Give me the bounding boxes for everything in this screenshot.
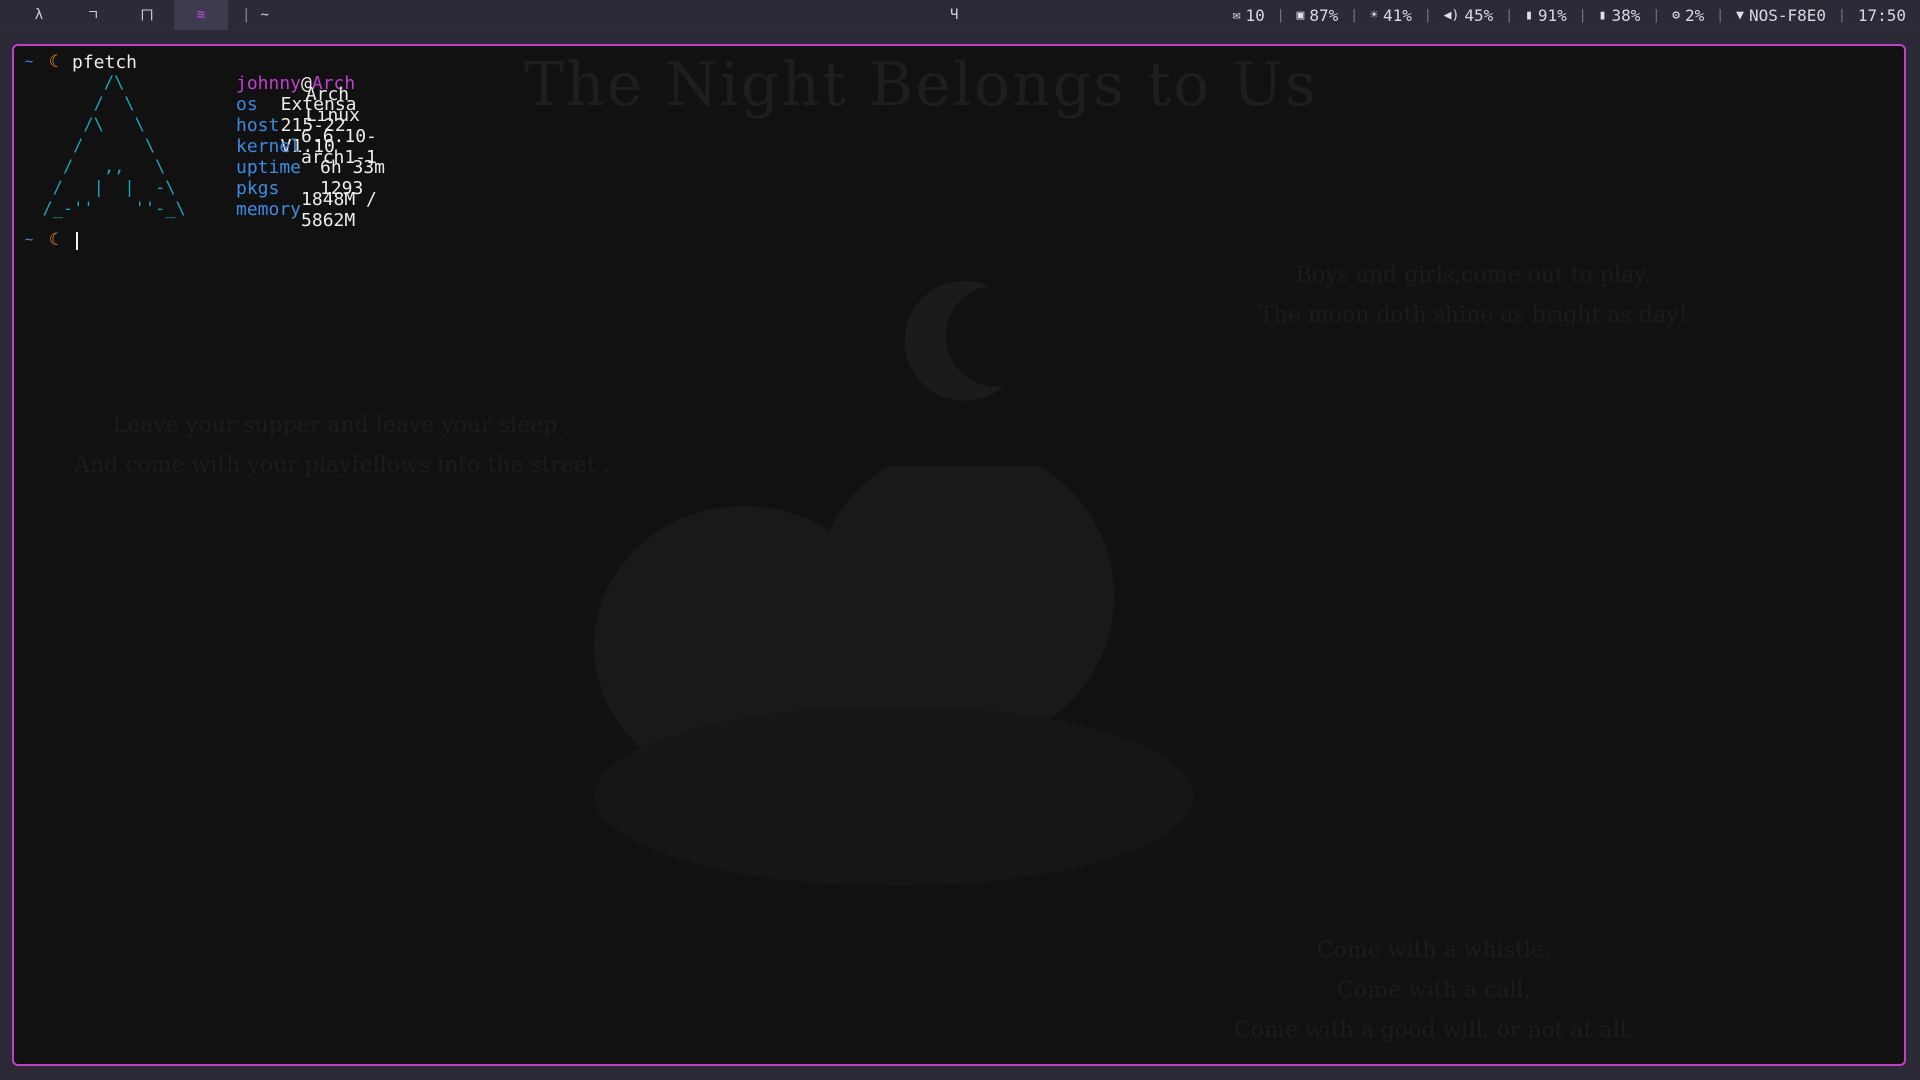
verse-line: Leave your supper and leave your sleep , xyxy=(112,413,572,438)
info-key: kernel xyxy=(236,136,302,157)
arch-logo-ascii: /\ / \ /\ \ / \ / ,, \ / | | -\ /_-'' ''… xyxy=(42,73,186,219)
pfetch-info: johnny @ Arch os Arch Linux host Extensa 215… xyxy=(236,73,396,231)
wallpaper-title: The Night Belongs to Us xyxy=(524,50,1318,120)
status-divider: | xyxy=(1716,7,1725,23)
top-bar: λ ㄱ ㄇ ≋ | ~ Ч ✉ 10 | ▣ 87% | ☀ 41% | ◀) 45% … xyxy=(0,0,1920,30)
workspace-switcher: λ ㄱ ㄇ ≋ | ~ xyxy=(0,0,269,30)
prompt-cwd: ~ xyxy=(24,232,34,248)
volume-module[interactable]: ◀) 45% xyxy=(1440,6,1498,25)
workspace-separator: | xyxy=(242,7,251,23)
status-divider: | xyxy=(1838,7,1846,23)
info-value: 1848M / 5862M xyxy=(301,188,377,231)
verse-line: Come with a good will, or not at all. xyxy=(1234,1018,1634,1043)
mail-module[interactable]: ✉ 10 xyxy=(1229,6,1269,25)
verse-line: The moon doth shine as bright as day! xyxy=(1259,303,1688,328)
wallpaper-verse-left: Leave your supper and leave your sleep ,… xyxy=(74,406,610,486)
workspace-3[interactable]: ㄇ xyxy=(120,0,174,30)
clock: 17:50 xyxy=(1857,5,1906,25)
battery-icon: ▮ xyxy=(1598,7,1607,23)
verse-line: Come with a whistle, xyxy=(1316,938,1551,963)
info-key: uptime xyxy=(236,157,302,178)
wallpaper-verse-bottom: Come with a whistle, Come with a call, C… xyxy=(1234,931,1634,1051)
status-divider: | xyxy=(1276,7,1285,23)
status-divider: | xyxy=(1505,7,1514,23)
disk-icon: ▣ xyxy=(1296,7,1305,23)
verse-line: Come with a call, xyxy=(1337,978,1531,1003)
mouse-battery-icon: ▮ xyxy=(1525,7,1533,23)
disk-module[interactable]: ▣ 87% xyxy=(1293,6,1343,25)
terminal-window[interactable]: The Night Belongs to Us Boys and girls,c… xyxy=(12,44,1906,1066)
cpu-value: 2% xyxy=(1685,5,1705,25)
battery-value: 38% xyxy=(1611,5,1641,25)
mouse-battery-module[interactable]: ▮ 91% xyxy=(1521,6,1571,25)
tray-icon[interactable]: Ч xyxy=(950,0,958,30)
active-prompt-line[interactable]: ~ ☾ xyxy=(18,230,137,251)
moon-icon: ☾ xyxy=(48,52,60,72)
moon-icon: ☾ xyxy=(48,230,60,250)
text-cursor[interactable] xyxy=(76,231,78,250)
pfetch-output: /\ / \ /\ \ / \ / ,, \ / | | -\ /_-'' ''… xyxy=(18,73,385,231)
terminal-output: ~ ☾ pfetch /\ / \ /\ \ / \ / ,, \ / | | … xyxy=(14,46,385,251)
username: johnny xyxy=(236,73,302,94)
info-row-kernel: kernel 6.6.10-arch1-1 xyxy=(236,126,396,168)
info-row-memory: memory 1848M / 5862M xyxy=(236,189,396,231)
status-divider: | xyxy=(1652,7,1661,23)
info-value: 6h 33m xyxy=(320,157,386,178)
mouse-battery-value: 91% xyxy=(1537,5,1567,25)
mail-count: 10 xyxy=(1245,5,1265,25)
workspace-1[interactable]: λ xyxy=(12,0,66,30)
wallpaper-verse-right: Boys and girls,come out to play, The moo… xyxy=(1259,256,1687,336)
workspace-2[interactable]: ㄱ xyxy=(66,0,120,30)
window-title: ~ xyxy=(260,7,269,23)
mail-icon: ✉ xyxy=(1232,7,1241,23)
brightness-icon: ☀ xyxy=(1370,7,1378,23)
info-row-uptime: uptime 6h 33m xyxy=(236,157,396,178)
status-divider: | xyxy=(1578,7,1587,23)
prompt-line: ~ ☾ pfetch xyxy=(18,52,137,73)
wifi-ssid: NOS-F8E0 xyxy=(1748,5,1826,25)
brightness-value: 41% xyxy=(1382,5,1412,25)
verse-line: And come with your playfellows into the … xyxy=(74,453,610,478)
cpu-icon: ⚙ xyxy=(1672,7,1681,23)
verse-line: Boys and girls,come out to play, xyxy=(1295,263,1651,288)
battery-module[interactable]: ▮ 38% xyxy=(1595,6,1645,25)
volume-value: 45% xyxy=(1464,5,1494,25)
prompt-cwd: ~ xyxy=(24,54,34,70)
disk-value: 87% xyxy=(1309,5,1339,25)
status-divider: | xyxy=(1350,7,1359,23)
cpu-module[interactable]: ⚙ 2% xyxy=(1668,6,1708,25)
info-key: host xyxy=(236,115,280,136)
status-modules: ✉ 10 | ▣ 87% | ☀ 41% | ◀) 45% | ▮ 91% | ▮ 38% … xyxy=(1229,0,1910,30)
info-key: memory xyxy=(236,199,302,220)
brightness-module[interactable]: ☀ 41% xyxy=(1366,6,1416,25)
wifi-icon: ▼ xyxy=(1736,7,1744,23)
command-text: pfetch xyxy=(72,52,138,73)
volume-icon: ◀) xyxy=(1443,7,1460,23)
figures-illustration xyxy=(594,466,1194,886)
wifi-module[interactable]: ▼ NOS-F8E0 xyxy=(1732,6,1830,25)
moon-illustration xyxy=(904,280,1004,401)
clock-module[interactable]: 17:50 xyxy=(1854,6,1910,25)
workspace-4-active[interactable]: ≋ xyxy=(174,0,228,30)
status-divider: | xyxy=(1423,7,1432,23)
